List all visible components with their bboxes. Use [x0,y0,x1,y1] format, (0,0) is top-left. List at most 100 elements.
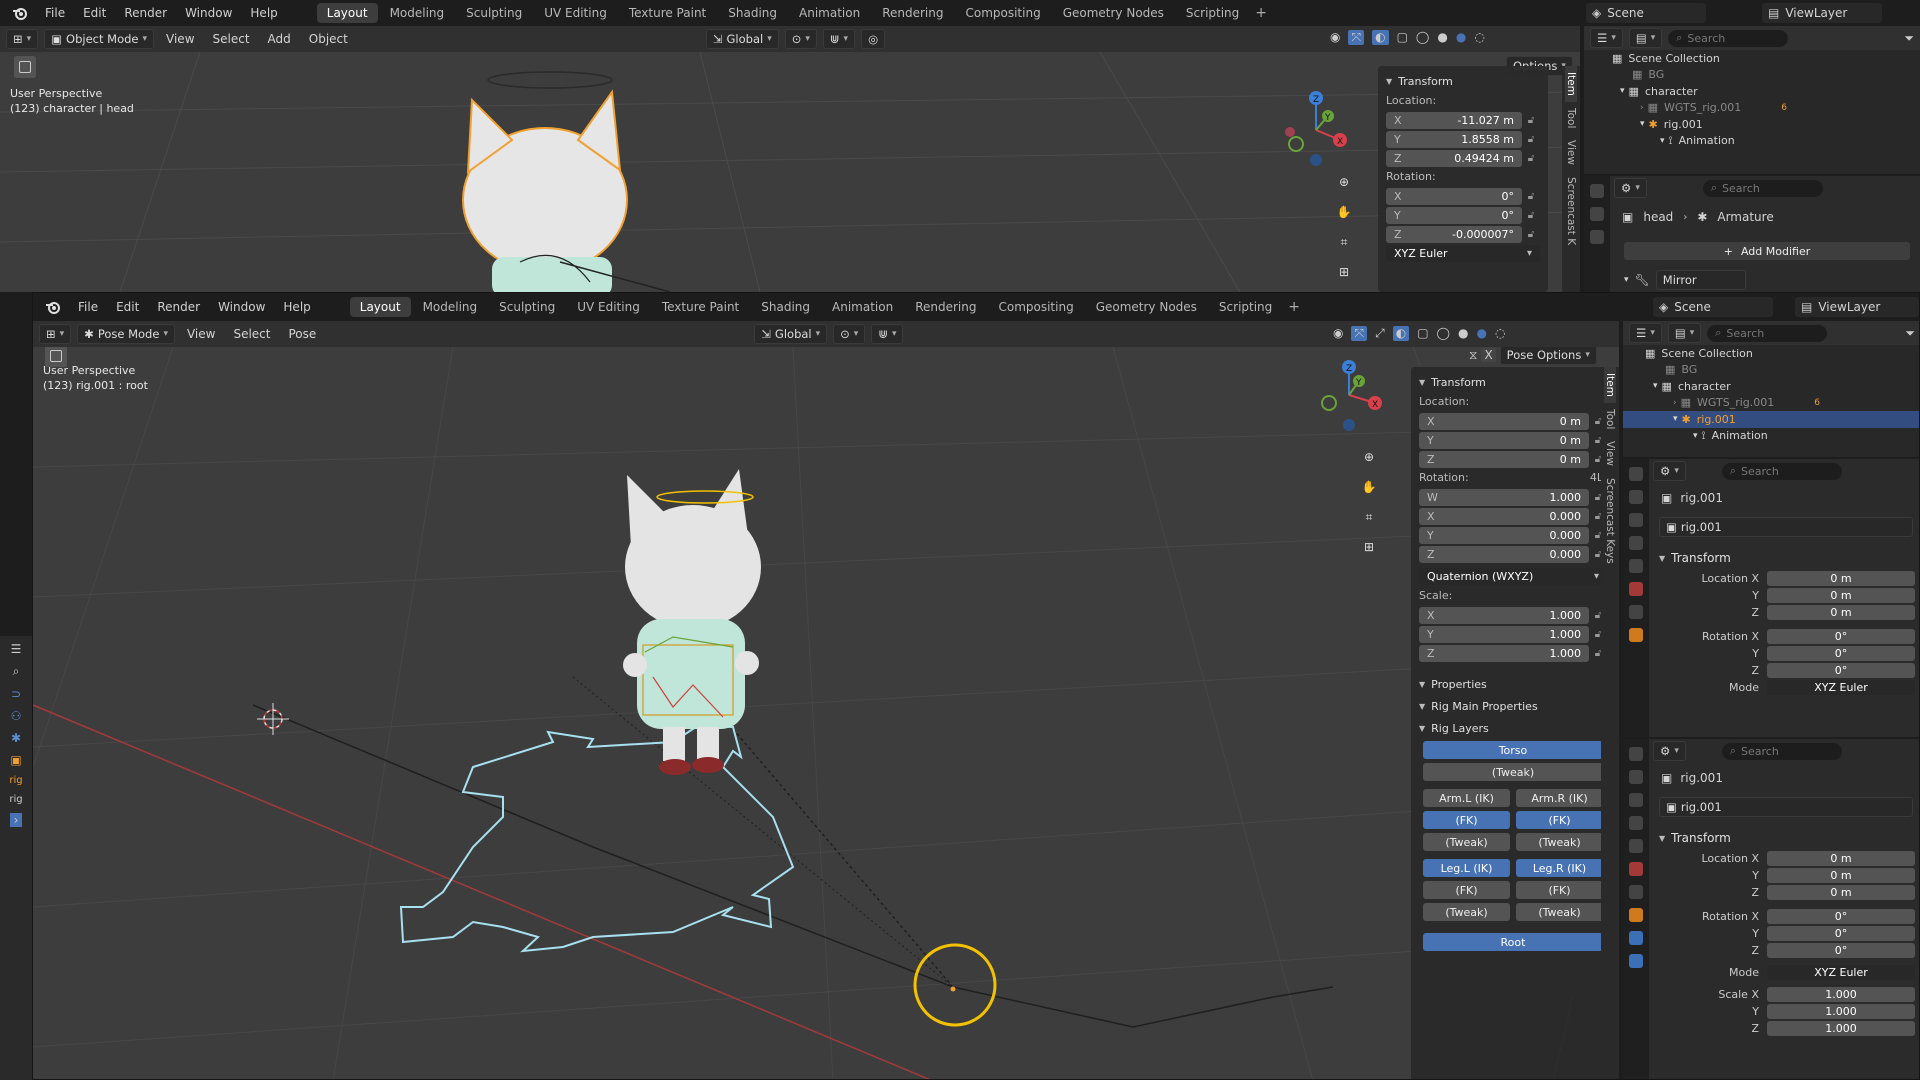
menu-view[interactable]: View [160,32,200,46]
pivot-dropdown[interactable]: ⊙ ▾ [784,29,817,49]
display-mode-dropdown[interactable]: ▤ ▾ [1628,28,1663,48]
search-icon[interactable]: ⌕ [13,664,20,679]
layer-leg-r-fk-button[interactable]: (FK) [1516,881,1603,899]
prop-scale-x[interactable]: Scale X 1.000 [1659,986,1915,1002]
tab-modeling[interactable]: Modeling [380,3,455,23]
outliner-search-input[interactable]: ⌕ Search [1707,324,1828,342]
lock-icon[interactable]: 🔓︎ [1522,134,1540,145]
loc-x-field[interactable]: X -11.027 m 🔓︎ [1386,111,1540,129]
prop-rotation-z[interactable]: Z 0° [1659,662,1915,678]
back-scene-selector[interactable]: ◈ Scene [1586,3,1706,23]
scale-y-field[interactable]: Y 1.000 🔓︎ [1419,625,1607,643]
pan-hand-icon[interactable]: ✋ [1357,475,1381,499]
front-viewlayer-selector[interactable]: ▤ ViewLayer [1795,297,1919,317]
lock-icon[interactable]: 🔓︎ [1522,210,1540,221]
shading-solid-icon[interactable]: ● [1458,326,1468,341]
rig-layers-header[interactable]: ▼ Rig Layers [1419,717,1607,739]
chevron-down-icon[interactable]: ▾ [1660,136,1665,146]
tab-screencast-keys[interactable]: Screencast Keys [1604,472,1616,570]
editor-type-dropdown[interactable]: ⊞ ▾ [6,29,39,49]
add-workspace-icon[interactable]: + [1288,299,1300,315]
prop-rotation-x[interactable]: Rotation X 0° [1659,908,1915,924]
tab-animation[interactable]: Animation [789,3,870,23]
filter-icon[interactable]: ⏷ [1905,326,1915,341]
shading-material-icon[interactable]: ● [1456,30,1466,45]
props-editor-type[interactable]: ⚙ ▾ [1653,461,1686,481]
tab-scripting[interactable]: Scripting [1209,297,1282,317]
layer-leg-l-ik-button[interactable]: Leg.L (IK) [1423,859,1510,877]
object-icon[interactable]: ▣ [10,753,21,767]
layer-torso-tweak-button[interactable]: (Tweak) [1423,763,1603,781]
prop-location-x[interactable]: Location X0 m [1659,850,1915,866]
tab-view[interactable]: View [1604,435,1616,472]
props-transform-header[interactable]: ▼ Transform [1659,827,1915,849]
props-search-input[interactable]: ⌕ Search [1702,179,1823,197]
mode-dropdown[interactable]: ✱ Pose Mode ▾ [77,324,175,344]
add-workspace-icon[interactable]: + [1255,5,1267,21]
menu-window[interactable]: Window [176,6,241,20]
view-layer-tab-icon[interactable] [1629,816,1643,830]
menu-help[interactable]: Help [274,300,319,314]
outliner-item-wgts[interactable]: › ▦ WGTS_rig.001 6 [1623,395,1919,412]
props-search-input[interactable]: ⌕ Search [1721,742,1842,760]
tab-sculpting[interactable]: Sculpting [489,297,565,317]
layer-root-button[interactable]: Root [1423,933,1603,951]
back-nav-gizmo[interactable]: Z X Y [1270,88,1350,168]
tab-tool[interactable]: Tool [1604,403,1616,435]
prop-location-x[interactable]: Location X0 m [1659,570,1915,586]
xray-icon[interactable]: ▢ [1397,30,1408,45]
loc-x-field[interactable]: X0 m 🔓︎ [1419,412,1607,430]
layer-leg-r-ik-button[interactable]: Leg.R (IK) [1516,859,1603,877]
transform-header[interactable]: ▼ Transform [1419,371,1607,393]
tab-item[interactable]: Item [1604,367,1616,403]
chevron-right-icon[interactable]: › [1673,398,1677,408]
tab-modeling[interactable]: Modeling [413,297,488,317]
outliner-item-rig[interactable]: ▾ ✱ rig.001 [1584,116,1920,133]
tool-prop-tab-icon[interactable] [1590,184,1604,198]
tab-item[interactable]: Item [1565,66,1577,102]
prop-scale-z[interactable]: Z 1.000 [1659,1020,1915,1036]
tool-tab-icon[interactable] [1629,467,1643,481]
outliner-mini-icon[interactable]: ☰ [11,642,22,656]
chevron-down-icon[interactable]: ▾ [1653,381,1658,391]
tool-tab-icon[interactable] [1629,747,1643,761]
loc-y-field[interactable]: Y0 m 🔓︎ [1419,431,1607,449]
ortho-grid-icon[interactable]: ⊞ [1332,260,1356,284]
rot-x-field[interactable]: X 0.000 🔓︎ [1419,507,1607,525]
menu-window[interactable]: Window [209,300,274,314]
zoom-icon[interactable]: ⊕ [1357,445,1381,469]
shading-wire-icon[interactable]: ◯ [1437,326,1450,341]
camera-view-icon[interactable]: ⌗ [1357,505,1381,529]
menu-render[interactable]: Render [115,6,176,20]
front-scene-selector[interactable]: ◈ Scene [1653,297,1773,317]
orientation-dropdown[interactable]: ⇲ Global ▾ [754,324,828,344]
loc-z-field[interactable]: Z0 m 🔓︎ [1419,450,1607,468]
tab-scripting[interactable]: Scripting [1176,3,1249,23]
prop-mode[interactable]: Mode XYZ Euler [1659,964,1915,980]
outliner-item-character[interactable]: ▾ ▦ character [1584,83,1920,100]
shading-render-icon[interactable]: ◌ [1474,30,1484,45]
shading-wire-icon[interactable]: ◯ [1416,30,1429,45]
object-name-field[interactable]: ▣ rig.001 [1659,797,1913,817]
transform-header[interactable]: ▼ Transform [1386,70,1540,92]
camera-view-icon[interactable]: ⌗ [1332,230,1356,254]
visibility-icon[interactable]: ◉ [1333,326,1343,341]
xray-icon[interactable]: ▢ [1417,326,1428,341]
output-tab-icon[interactable] [1629,513,1643,527]
rot-z-field[interactable]: Z 0.000 🔓︎ [1419,545,1607,563]
proportional-toggle[interactable]: ◎ [861,29,886,49]
tab-shading[interactable]: Shading [718,3,787,23]
visibility-icon[interactable]: ◉ [1330,30,1340,45]
prop-location-z[interactable]: Z0 m [1659,884,1915,900]
scene-tab-icon[interactable] [1629,559,1643,573]
scene-collection-row[interactable]: ▦ Scene Collection [1584,50,1920,67]
world-tab-icon[interactable] [1629,582,1643,596]
menu-select[interactable]: Select [207,32,256,46]
tab-rendering[interactable]: Rendering [905,297,986,317]
props-transform-header[interactable]: ▼ Transform [1659,547,1915,569]
layer-arm-l-tweak-button[interactable]: (Tweak) [1423,833,1510,851]
rig-main-properties-header[interactable]: ▼ Rig Main Properties [1419,695,1607,717]
view-layer-tab-icon[interactable] [1629,536,1643,550]
layer-arm-r-fk-button[interactable]: (FK) [1516,811,1603,829]
overlay-toggle-icon[interactable]: ◐ [1392,326,1410,341]
